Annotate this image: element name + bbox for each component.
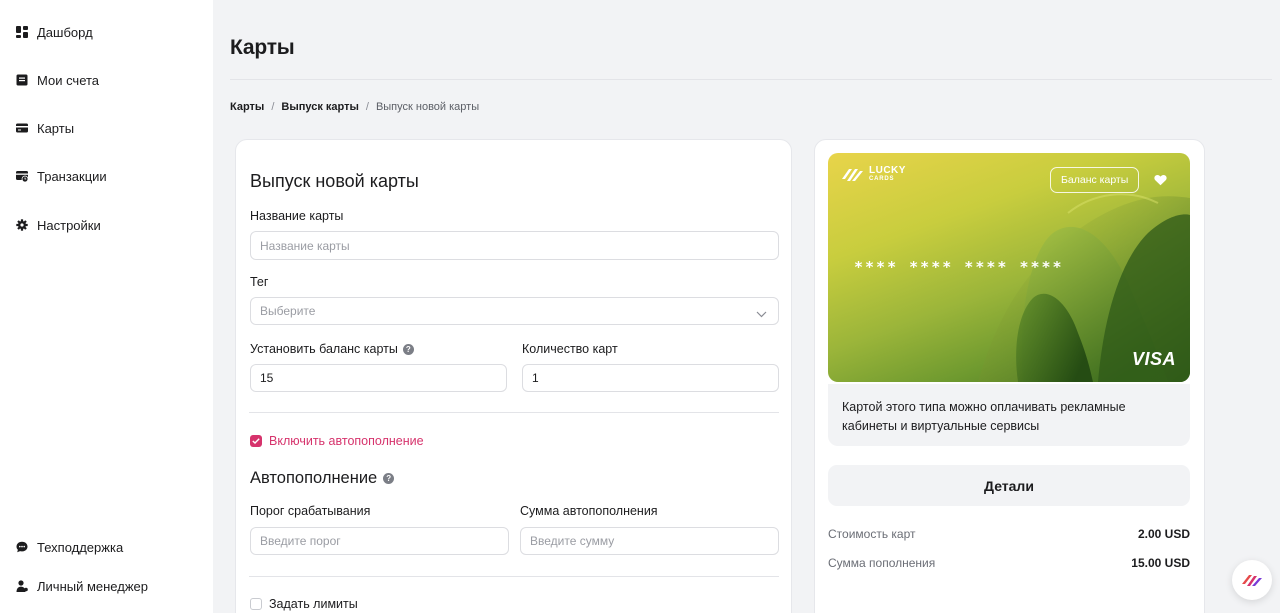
autofill-amount-placeholder: Введите сумму (530, 534, 615, 548)
divider (249, 412, 779, 413)
summary-value: 2.00 USD (1137, 527, 1190, 541)
quantity-label-text: Количество карт (522, 342, 618, 356)
autofill-heading-text: Автопополнение (250, 469, 378, 487)
summary-label: Стоимость карт (828, 527, 916, 541)
autofill-checkbox[interactable]: Включить автопополнение (250, 434, 424, 448)
card-preview-panel: LUCKY CARDS Баланс карты **** **** **** … (814, 139, 1205, 613)
sidebar: Дашборд Мои счета Карты Транзакции Настр… (0, 0, 213, 613)
floating-support-button[interactable] (1232, 560, 1272, 600)
quantity-input[interactable]: 1 (522, 364, 779, 392)
sidebar-item-settings[interactable]: Настройки (16, 215, 101, 235)
sidebar-item-label: Транзакции (37, 168, 107, 184)
autofill-amount-label: Сумма автопополнения (520, 504, 658, 518)
threshold-label: Порог срабатывания (250, 504, 370, 518)
tag-select[interactable]: Выберите (250, 297, 779, 325)
breadcrumb: Карты / Выпуск карты / Выпуск новой карт… (230, 101, 479, 113)
quantity-input-value: 1 (532, 371, 539, 385)
summary-value: 15.00 USD (1131, 556, 1190, 570)
card-icon (16, 122, 28, 134)
autofill-amount-input[interactable]: Введите сумму (520, 527, 779, 555)
title-divider (230, 79, 1272, 80)
threshold-input[interactable]: Введите порог (250, 527, 509, 555)
card-name-placeholder: Название карты (260, 238, 350, 253)
divider (249, 576, 779, 577)
details-button-label: Детали (984, 477, 1034, 494)
dashboard-icon (16, 26, 28, 38)
balance-input[interactable]: 15 (250, 364, 507, 392)
threshold-placeholder: Введите порог (260, 534, 341, 548)
gear-icon (16, 219, 28, 231)
sidebar-item-accounts[interactable]: Мои счета (16, 70, 99, 90)
summary-label: Сумма пополнения (828, 556, 936, 570)
logo-line1: LUCKY (869, 165, 906, 176)
help-icon[interactable]: ? (402, 343, 414, 355)
breadcrumb-separator: / (271, 101, 275, 113)
summary-row-topup-amount: Сумма пополнения 15.00 USD (828, 556, 1190, 570)
issue-card-form: Выпуск новой карты Название карты Назван… (235, 139, 792, 613)
help-icon[interactable]: ? (383, 473, 395, 484)
balance-input-value: 15 (260, 371, 274, 385)
autofill-heading: Автопополнение ? (250, 469, 395, 488)
card-description: Картой этого типа можно оплачивать рекла… (828, 384, 1190, 446)
card-name-label: Название карты (250, 209, 343, 223)
card-balance-button-label: Баланс карты (1061, 174, 1129, 186)
card-balance-button[interactable]: Баланс карты (1050, 167, 1140, 193)
tag-label-text: Тег (250, 275, 269, 289)
quantity-label: Количество карт (522, 342, 618, 356)
card-image: LUCKY CARDS Баланс карты **** **** **** … (828, 153, 1190, 382)
card-name-label-text: Название карты (250, 209, 344, 223)
breadcrumb-link-cards[interactable]: Карты (230, 101, 264, 113)
manager-icon (16, 580, 28, 592)
balance-label: Установить баланс карты ? (250, 342, 414, 356)
sidebar-item-label: Карты (37, 120, 75, 136)
heart-icon[interactable] (1154, 173, 1167, 191)
checkbox-checked-icon (250, 435, 262, 447)
lucky-cards-logo-icon (842, 169, 863, 181)
visa-logo: VISA (1131, 349, 1176, 369)
brand-stripes-icon (1242, 575, 1262, 586)
chat-icon (16, 541, 28, 553)
page-title: Карты (230, 36, 295, 59)
tag-label: Тег (250, 275, 268, 289)
sidebar-item-support[interactable]: Техподдержка (16, 537, 123, 557)
form-heading: Выпуск новой карты (250, 171, 419, 191)
logo-text: LUCKY CARDS (869, 165, 906, 183)
breadcrumb-current: Выпуск новой карты (375, 101, 480, 113)
balance-label-text: Установить баланс карты (250, 342, 398, 356)
card-number: **** **** **** **** (854, 258, 1064, 276)
breadcrumb-separator: / (365, 101, 369, 113)
checkbox-unchecked-icon (250, 598, 262, 610)
breadcrumb-link-issue[interactable]: Выпуск карты (281, 101, 358, 113)
threshold-label-text: Порог срабатывания (250, 504, 371, 518)
summary-row-card-cost: Стоимость карт 2.00 USD (828, 527, 1190, 541)
chevron-down-icon (756, 307, 767, 321)
accounts-icon (16, 74, 28, 86)
limits-checkbox[interactable]: Задать лимиты (250, 597, 358, 611)
sidebar-item-manager[interactable]: Личный менеджер (16, 576, 148, 596)
tag-select-placeholder: Выберите (260, 304, 316, 318)
transactions-icon (16, 170, 28, 182)
sidebar-item-cards[interactable]: Карты (16, 118, 74, 138)
autofill-checkbox-label: Включить автопополнение (269, 434, 424, 448)
sidebar-item-dashboard[interactable]: Дашборд (16, 22, 93, 42)
limits-checkbox-label: Задать лимиты (269, 597, 358, 611)
autofill-amount-label-text: Сумма автопополнения (520, 504, 658, 518)
lucky-cards-logo: LUCKY CARDS (842, 165, 906, 183)
sidebar-item-transactions[interactable]: Транзакции (16, 166, 107, 186)
sidebar-item-label: Дашборд (37, 24, 93, 40)
sidebar-item-label: Личный менеджер (37, 578, 148, 594)
sidebar-item-label: Настройки (37, 217, 101, 233)
card-name-input[interactable]: Название карты (250, 231, 779, 260)
logo-line2: CARDS (869, 176, 895, 182)
sidebar-item-label: Техподдержка (37, 539, 124, 555)
sidebar-item-label: Мои счета (37, 72, 100, 88)
details-button[interactable]: Детали (828, 465, 1190, 506)
